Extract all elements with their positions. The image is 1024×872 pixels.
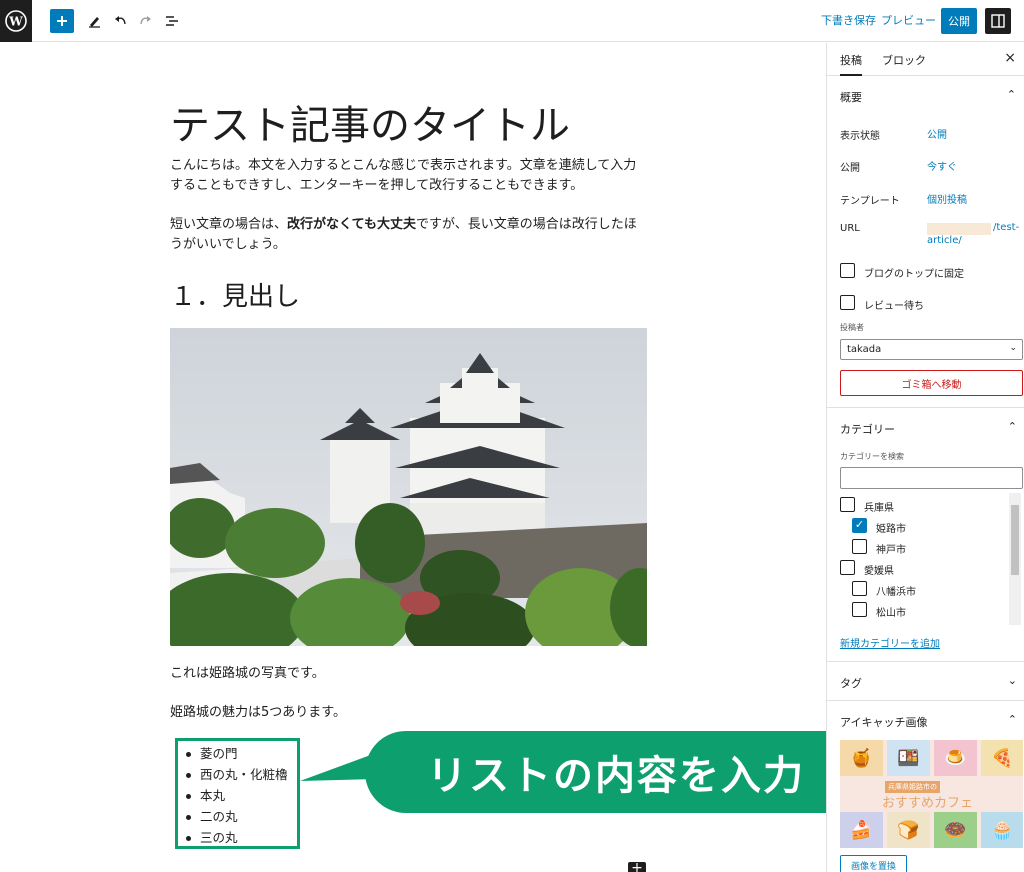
tab-block[interactable]: ブロック [882,52,926,68]
template-label: テンプレート [840,196,900,207]
tab-post[interactable]: 投稿 [840,52,862,76]
save-draft-button[interactable]: 下書き保存 [821,12,876,28]
sidebar-tabs: 投稿 ブロック × [827,43,1024,76]
wordpress-logo-icon[interactable]: W [0,0,32,42]
list-item[interactable]: 本丸 [184,785,297,806]
category-search-label: カテゴリーを検索 [840,452,904,461]
visibility-label: 表示状態 [840,131,880,142]
post-title[interactable]: テスト記事のタイトル [170,93,570,151]
editor-toolbar: W 下書き保存 プレビュー 公開 [0,0,1024,42]
category-checkbox[interactable] [852,539,867,554]
list-block[interactable]: 菱の門 西の丸・化粧櫓 本丸 二の丸 三の丸 [175,738,300,849]
paragraph-intro[interactable]: こんにちは。本文を入力するとこんな感じで表示されます。文章を連続して入力すること… [170,156,642,196]
preview-button[interactable]: プレビュー [881,12,936,28]
category-checkbox[interactable] [840,497,855,512]
add-block-button[interactable] [50,9,74,33]
category-checkbox[interactable] [852,581,867,596]
author-select[interactable]: takada ⌄ [840,339,1023,360]
undo-icon[interactable] [108,9,132,33]
category-checkbox[interactable]: ✓ [852,518,867,533]
publish-date-value[interactable]: 今すぐ [927,158,957,173]
pending-review-checkbox[interactable] [840,295,855,310]
publish-button[interactable]: 公開 [941,8,977,34]
para2-text: 短い文章の場合は、 [170,217,288,232]
list-item[interactable]: 西の丸・化粧櫓 [184,764,297,785]
url-value[interactable]: /test- [993,222,1019,233]
list-item[interactable]: 菱の門 [184,743,297,764]
list-item[interactable]: 三の丸 [184,827,297,848]
paragraph-photo-caption[interactable]: これは姫路城の写真です。 [170,664,642,684]
paragraph-short-long[interactable]: 短い文章の場合は、改行がなくても大丈夫ですが、長い文章の場合は改行したほうがいい… [170,215,642,255]
visibility-value[interactable]: 公開 [927,126,947,141]
block-inserter-button[interactable]: + [628,862,646,872]
chevron-down-icon: ⌄ [1007,674,1017,687]
category-checkbox[interactable] [852,602,867,617]
category-label: 神戸市 [876,545,906,556]
pending-review-label: レビュー待ち [864,301,924,312]
dessert-icon: 🧁 [981,812,1023,848]
publish-date-label: 公開 [840,163,860,174]
featured-title: おすすめカフェ [882,796,974,811]
summary-panel-header[interactable]: 概要 ⌃ [827,76,1024,116]
svg-text:W: W [8,15,23,29]
add-new-category-link[interactable]: 新規カテゴリーを追加 [840,635,940,650]
section-heading[interactable]: １．見出し [170,276,300,313]
chevron-down-icon: ⌄ [1009,343,1017,353]
cake-icon: 🍰 [840,812,883,848]
author-value: takada [847,344,882,355]
settings-panel-icon[interactable] [985,8,1011,34]
category-label: 姫路市 [876,524,906,535]
donut-icon: 🍩 [934,812,977,848]
sticky-checkbox[interactable] [840,263,855,278]
featured-heading: アイキャッチ画像 [840,716,928,729]
category-scrollbar-thumb[interactable] [1011,505,1019,575]
list-view-icon[interactable] [160,9,184,33]
category-label: 八幡浜市 [876,587,916,598]
summary-heading: 概要 [840,91,862,104]
redo-icon[interactable] [134,9,158,33]
category-checkbox[interactable] [840,560,855,575]
castle-photo[interactable] [170,328,647,646]
template-value[interactable]: 個別投稿 [927,191,967,206]
category-label: 愛媛県 [864,566,894,577]
close-icon[interactable]: × [1004,50,1016,66]
category-search-input[interactable] [840,467,1023,489]
featured-image[interactable]: 🍯 🍱 🍮 🍕 兵庫県姫路市の おすすめカフェ 🍰 🍞 🍩 🧁 [840,740,1023,848]
settings-sidebar: 投稿 ブロック × 概要 ⌃ 表示状態 公開 公開 今すぐ テンプレート 個別投… [826,43,1024,872]
pizza-icon: 🍕 [981,740,1023,776]
url-label: URL [840,223,860,234]
editor-canvas: テスト記事のタイトル こんにちは。本文を入力するとこんな感じで表示されます。文章… [0,43,867,872]
paragraph-list-intro[interactable]: 姫路城の魅力は5つあります。 [170,703,642,723]
tags-heading: タグ [840,677,862,690]
cafe-dish-icon: 🍱 [887,740,930,776]
annotation-callout: リストの内容を入力 [365,731,867,813]
move-to-trash-button[interactable]: ゴミ箱へ移動 [840,370,1023,396]
cafe-food-icon: 🍯 [840,740,883,776]
para2-bold-text: 改行がなくても大丈夫 [287,217,416,232]
list-item[interactable]: 二の丸 [184,806,297,827]
bread-icon: 🍞 [887,812,930,848]
categories-heading: カテゴリー [840,423,895,436]
pudding-icon: 🍮 [934,740,977,776]
chevron-up-icon: ⌃ [1007,713,1017,726]
category-label: 兵庫県 [864,503,894,514]
url-value-cont[interactable]: article/ [927,235,962,246]
author-label: 投稿者 [840,323,864,332]
category-label: 松山市 [876,608,906,619]
url-slug-redacted [927,223,991,235]
replace-image-button[interactable]: 画像を置換 [840,855,907,872]
chevron-up-icon: ⌃ [1007,420,1017,433]
categories-panel-header[interactable]: カテゴリー ⌃ [827,407,1024,447]
chevron-up-icon: ⌃ [1006,88,1016,101]
sticky-label: ブログのトップに固定 [864,269,964,280]
tags-panel-header[interactable]: タグ ⌄ [827,661,1024,701]
edit-pencil-icon[interactable] [82,9,106,33]
featured-image-panel-header[interactable]: アイキャッチ画像 ⌃ [827,700,1024,740]
